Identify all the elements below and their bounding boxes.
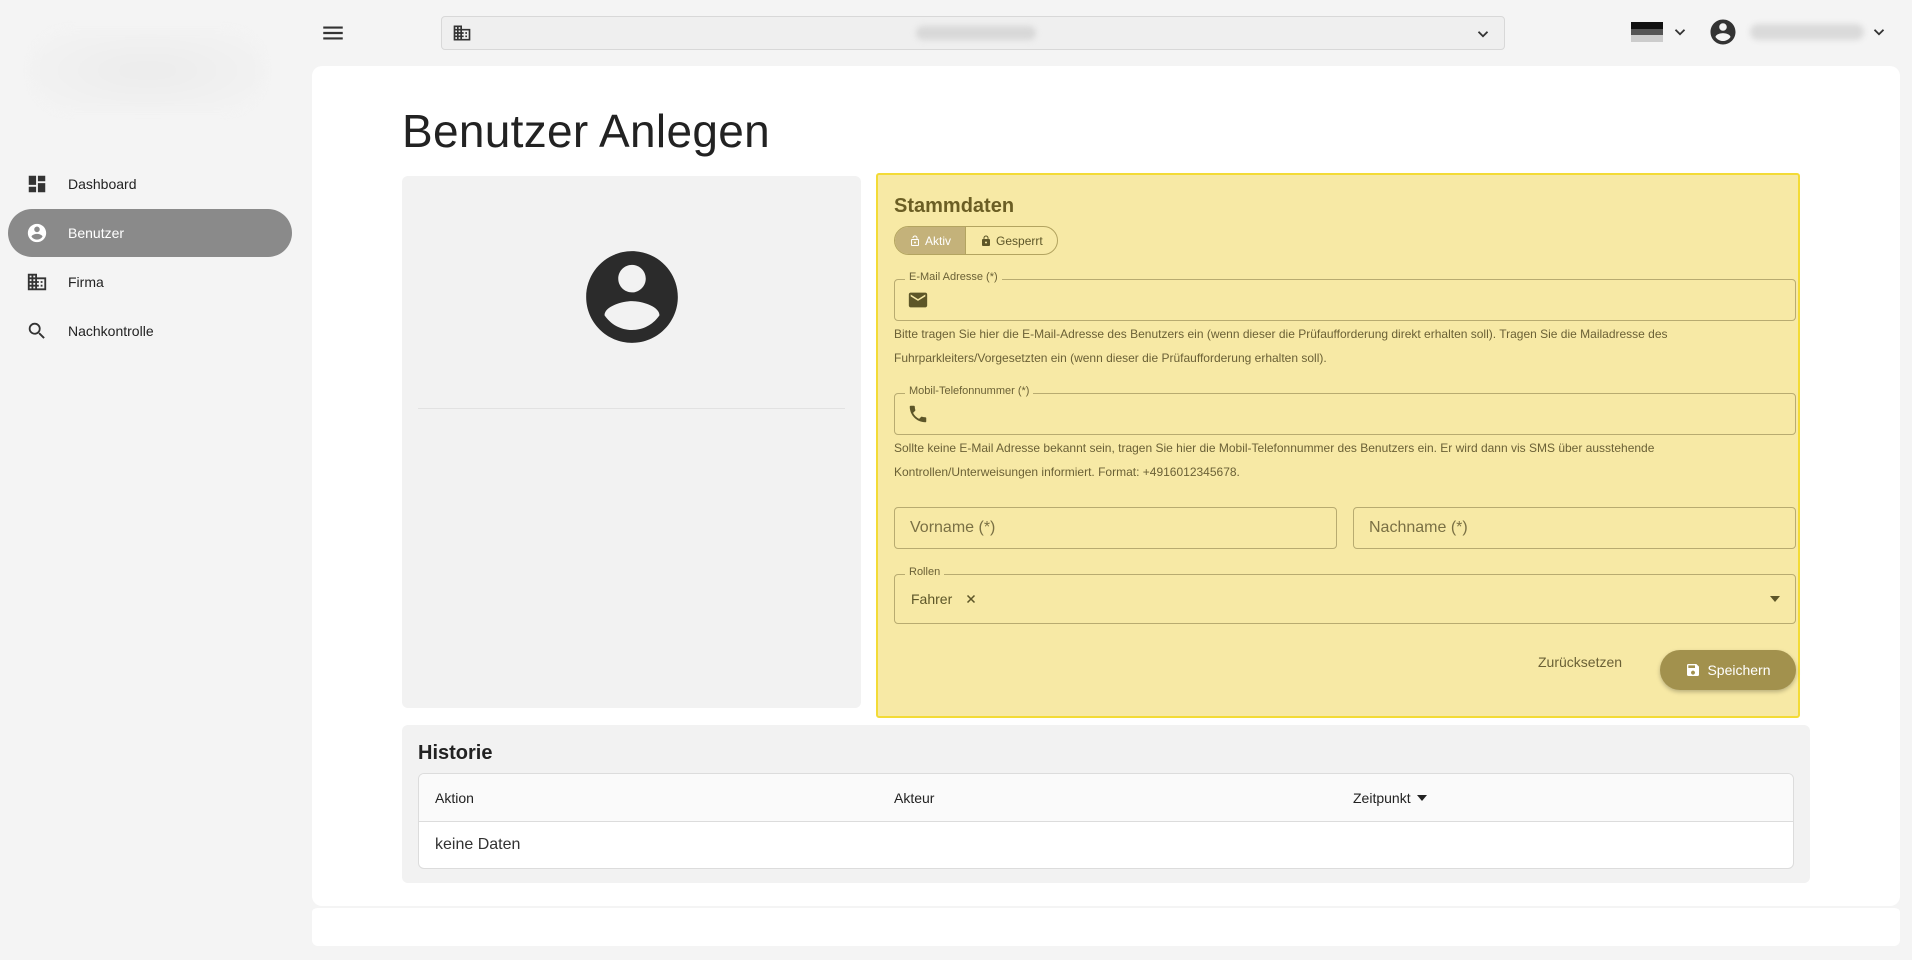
status-active-button[interactable]: Aktiv (895, 227, 966, 254)
roles-label: Rollen (905, 566, 945, 578)
user-menu[interactable] (1708, 17, 1888, 47)
mail-icon (908, 292, 928, 308)
firstname-field[interactable]: Vorname (*) (894, 507, 1337, 549)
dashboard-icon (28, 175, 46, 193)
dropdown-arrow-icon[interactable] (1769, 595, 1781, 603)
avatar-icon[interactable] (577, 242, 687, 352)
search-icon (28, 322, 45, 339)
save-button[interactable]: Speichern (1660, 650, 1796, 690)
building-icon (27, 273, 47, 291)
footer-panel (312, 906, 1900, 946)
save-button-label: Speichern (1707, 662, 1771, 678)
company-select-value (916, 26, 1036, 40)
company-select[interactable] (441, 16, 1505, 50)
menu-icon[interactable] (320, 20, 346, 46)
stammdaten-card: Stammdaten Aktiv Gesperrt E-Mail Adresse… (876, 173, 1800, 718)
table-header: Aktion Akteur Zeitpunkt (419, 774, 1793, 822)
historie-card: Historie Aktion Akteur Zeitpunkt keine D… (402, 725, 1810, 883)
lastname-placeholder: Nachname (*) (1369, 519, 1468, 536)
lastname-field[interactable]: Nachname (*) (1353, 507, 1796, 549)
status-locked-button[interactable]: Gesperrt (965, 227, 1057, 254)
close-icon[interactable] (964, 592, 978, 606)
logo (30, 28, 265, 113)
sidebar-item-label: Nachkontrolle (68, 323, 154, 339)
language-select[interactable] (1631, 22, 1689, 43)
sidebar-nav: Dashboard Benutzer Firma Nachkontrolle (8, 160, 292, 356)
column-header-aktion[interactable]: Aktion (435, 790, 474, 806)
column-header-akteur[interactable]: Akteur (894, 790, 934, 806)
column-label: Zeitpunkt (1353, 790, 1411, 806)
roles-select[interactable]: Rollen Fahrer (894, 566, 1796, 624)
column-header-zeitpunkt[interactable]: Zeitpunkt (1353, 790, 1427, 806)
german-flag-icon (1631, 22, 1663, 43)
role-chip-label: Fahrer (911, 591, 953, 607)
historie-title: Historie (418, 742, 493, 764)
role-chip: Fahrer (903, 585, 986, 613)
email-label: E-Mail Adresse (*) (905, 271, 1002, 283)
account-circle-icon (1710, 19, 1736, 45)
chevron-down-icon (1477, 31, 1489, 38)
column-label: Aktion (435, 790, 474, 806)
lock-icon (982, 235, 991, 246)
phone-label: Mobil-Telefonnummer (*) (905, 385, 1034, 397)
chevron-down-icon (1674, 29, 1686, 36)
firstname-placeholder: Vorname (*) (910, 519, 996, 536)
column-label: Akteur (894, 790, 935, 806)
status-toggle: Aktiv Gesperrt (894, 226, 1058, 255)
divider (418, 408, 845, 409)
email-field[interactable]: E-Mail Adresse (*) (894, 271, 1796, 321)
user-name (1750, 24, 1864, 40)
sort-arrow-icon (1416, 795, 1427, 801)
page-title: Benutzer Anlegen (402, 105, 770, 157)
sidebar-item-label: Benutzer (68, 225, 125, 241)
empty-state-text: keine Daten (435, 836, 521, 853)
sidebar-item-label: Firma (68, 274, 104, 290)
building-icon (453, 25, 471, 41)
phone-field[interactable]: Mobil-Telefonnummer (*) (894, 385, 1796, 435)
save-icon (1687, 664, 1700, 676)
sidebar: Dashboard Benutzer Firma Nachkontrolle (0, 0, 300, 960)
chevron-down-icon (1873, 29, 1885, 36)
status-locked-label: Gesperrt (996, 233, 1043, 248)
stammdaten-title: Stammdaten (894, 195, 1015, 217)
sidebar-item-nachkontrolle[interactable]: Nachkontrolle (8, 307, 292, 355)
sidebar-item-label: Dashboard (68, 176, 137, 192)
phone-help-text: Sollte keine E-Mail Adresse bekannt sein… (894, 441, 1655, 479)
sidebar-item-dashboard[interactable]: Dashboard (8, 160, 292, 208)
sidebar-item-benutzer[interactable]: Benutzer (8, 209, 292, 257)
status-active-label: Aktiv (925, 233, 952, 248)
email-help-text: Bitte tragen Sie hier die E-Mail-Adresse… (894, 327, 1668, 365)
account-circle-icon (27, 223, 47, 243)
reset-button[interactable]: Zurücksetzen (1526, 647, 1634, 677)
avatar-card (402, 176, 861, 708)
sidebar-item-firma[interactable]: Firma (8, 258, 292, 306)
phone-icon (909, 405, 927, 423)
table-row: keine Daten (419, 822, 1793, 868)
lock-open-icon (911, 235, 919, 246)
historie-table: Aktion Akteur Zeitpunkt keine Daten (418, 773, 1794, 869)
